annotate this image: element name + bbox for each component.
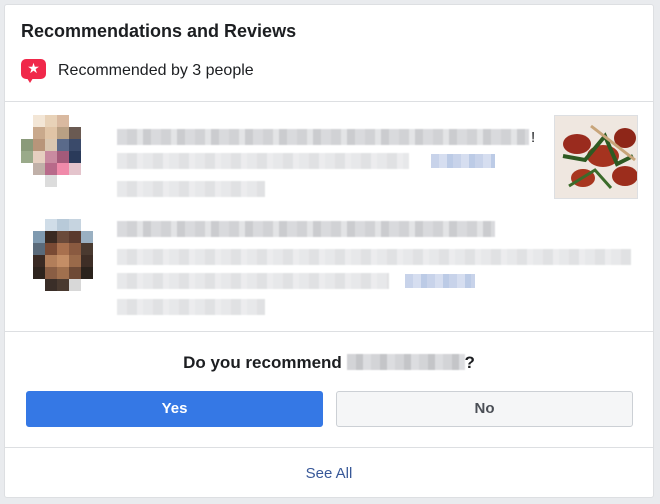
review-text-redacted <box>117 153 409 169</box>
divider <box>5 447 653 448</box>
page-name-redacted <box>346 354 465 370</box>
reviewer-name-redacted[interactable] <box>117 129 529 145</box>
recommendations-card: Recommendations and Reviews ★ Recommende… <box>4 4 654 498</box>
review-text-end: ! <box>531 129 536 146</box>
no-button[interactable]: No <box>336 391 633 427</box>
review-timestamp-redacted[interactable] <box>117 299 265 315</box>
reviewer-name-redacted[interactable] <box>117 221 495 237</box>
review-text-redacted <box>117 273 389 289</box>
question-prefix: Do you recommend <box>183 353 347 372</box>
recommend-question: Do you recommend ? <box>5 353 653 373</box>
review-text-redacted <box>117 249 631 265</box>
question-suffix: ? <box>464 353 475 372</box>
yes-button[interactable]: Yes <box>26 391 323 427</box>
review-photo-thumbnail[interactable] <box>554 115 638 199</box>
recommendation-star-bubble-icon: ★ <box>21 59 47 83</box>
reviewer-avatar[interactable] <box>21 219 105 303</box>
divider <box>5 331 653 332</box>
recommendation-summary: ★ Recommended by 3 people <box>21 57 254 85</box>
see-all-link[interactable]: See All <box>5 465 653 482</box>
recommended-count-text[interactable]: Recommended by 3 people <box>58 62 254 80</box>
card-title: Recommendations and Reviews <box>21 21 297 41</box>
divider <box>5 101 653 102</box>
review-link-redacted[interactable] <box>431 154 495 168</box>
reviewer-avatar[interactable] <box>21 115 105 199</box>
review-timestamp-redacted[interactable] <box>117 181 265 197</box>
review-link-redacted[interactable] <box>405 274 475 288</box>
